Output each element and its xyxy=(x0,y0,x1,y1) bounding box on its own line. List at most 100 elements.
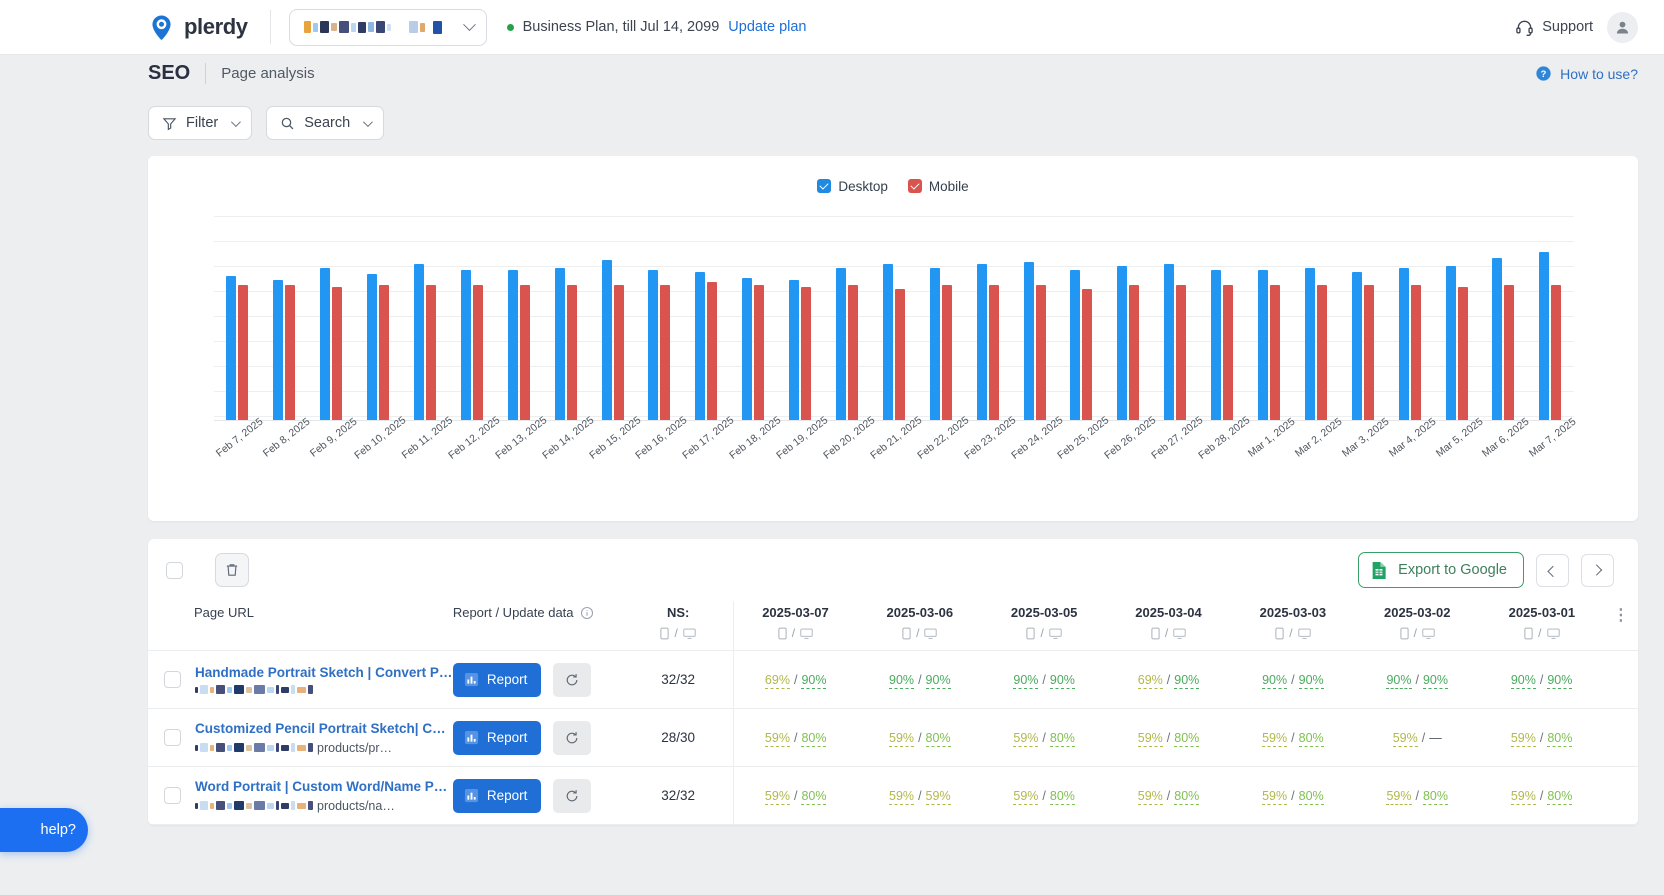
bar-desktop[interactable] xyxy=(508,270,518,420)
row-checkbox[interactable] xyxy=(164,729,181,746)
score-mobile[interactable]: 59% xyxy=(765,731,790,747)
bar-group[interactable] xyxy=(1105,216,1152,420)
score-desktop[interactable]: 90% xyxy=(801,673,826,689)
row-checkbox[interactable] xyxy=(164,671,181,688)
bar-desktop[interactable] xyxy=(1305,268,1315,420)
bar-group[interactable] xyxy=(1480,216,1527,420)
bar-group[interactable] xyxy=(542,216,589,420)
bar-desktop[interactable] xyxy=(602,260,612,420)
avatar[interactable] xyxy=(1607,12,1638,43)
score-mobile[interactable]: 59% xyxy=(1393,731,1418,747)
bar-desktop[interactable] xyxy=(1211,270,1221,420)
bar-mobile[interactable] xyxy=(614,285,624,420)
score-mobile[interactable]: 59% xyxy=(1138,789,1163,805)
score-desktop[interactable]: 80% xyxy=(801,789,826,805)
score-desktop[interactable]: 80% xyxy=(1299,789,1324,805)
bar-desktop[interactable] xyxy=(555,268,565,420)
score-desktop[interactable]: 90% xyxy=(1423,673,1448,689)
bar-desktop[interactable] xyxy=(1024,262,1034,420)
checkbox-desktop[interactable] xyxy=(817,179,831,193)
bar-mobile[interactable] xyxy=(1551,285,1561,420)
bar-mobile[interactable] xyxy=(520,285,530,420)
score-desktop[interactable]: 80% xyxy=(1174,789,1199,805)
bar-group[interactable] xyxy=(261,216,308,420)
more-options-icon[interactable]: ⋮ xyxy=(1613,607,1629,624)
bar-desktop[interactable] xyxy=(1164,264,1174,420)
bar-group[interactable] xyxy=(495,216,542,420)
bar-group[interactable] xyxy=(448,216,495,420)
next-page-button[interactable] xyxy=(1581,554,1614,587)
score-desktop[interactable]: 90% xyxy=(1299,673,1324,689)
bar-desktop[interactable] xyxy=(226,276,236,420)
bar-group[interactable] xyxy=(1152,216,1199,420)
bar-group[interactable] xyxy=(683,216,730,420)
score-desktop[interactable]: 80% xyxy=(1174,731,1199,747)
bar-desktop[interactable] xyxy=(273,280,283,420)
bar-mobile[interactable] xyxy=(1082,289,1092,420)
bar-mobile[interactable] xyxy=(942,285,952,420)
score-desktop[interactable]: 90% xyxy=(1547,673,1572,689)
prev-page-button[interactable] xyxy=(1536,554,1569,587)
bar-desktop[interactable] xyxy=(1070,270,1080,420)
bar-desktop[interactable] xyxy=(930,268,940,420)
table-row[interactable]: Word Portrait | Custom Word/Name P…produ… xyxy=(148,767,1638,825)
bar-group[interactable] xyxy=(355,216,402,420)
info-icon[interactable] xyxy=(580,606,594,620)
bar-mobile[interactable] xyxy=(1504,285,1514,420)
bar-desktop[interactable] xyxy=(695,272,705,420)
bar-mobile[interactable] xyxy=(1411,285,1421,420)
column-header-date-2[interactable]: 2025-03-05 / xyxy=(982,601,1106,651)
page-title-link[interactable]: Handmade Portrait Sketch | Convert P… xyxy=(195,665,452,680)
bar-group[interactable] xyxy=(1058,216,1105,420)
bar-mobile[interactable] xyxy=(1364,285,1374,420)
bar-desktop[interactable] xyxy=(414,264,424,420)
bar-desktop[interactable] xyxy=(789,280,799,420)
bar-group[interactable] xyxy=(1246,216,1293,420)
table-row[interactable]: Customized Pencil Portrait Sketch| C…pro… xyxy=(148,709,1638,767)
score-mobile[interactable]: 59% xyxy=(889,731,914,747)
bar-group[interactable] xyxy=(870,216,917,420)
bar-desktop[interactable] xyxy=(836,268,846,420)
select-all-checkbox[interactable] xyxy=(166,562,183,579)
bar-mobile[interactable] xyxy=(285,285,295,420)
score-desktop[interactable]: 80% xyxy=(926,731,951,747)
legend-item-mobile[interactable]: Mobile xyxy=(908,179,969,194)
search-button[interactable]: Search xyxy=(266,106,384,140)
column-header-more[interactable]: ⋮ xyxy=(1604,601,1638,651)
report-button[interactable]: Report xyxy=(453,779,542,813)
export-to-google-button[interactable]: Export to Google xyxy=(1358,552,1524,588)
site-selector[interactable] xyxy=(289,9,487,46)
bar-mobile[interactable] xyxy=(1176,285,1186,420)
score-desktop[interactable]: 80% xyxy=(1547,789,1572,805)
score-mobile[interactable]: 59% xyxy=(1386,789,1411,805)
support-button[interactable]: Support xyxy=(1515,18,1593,37)
score-mobile[interactable]: 59% xyxy=(1262,731,1287,747)
bar-group[interactable] xyxy=(1292,216,1339,420)
score-mobile[interactable]: 59% xyxy=(1013,731,1038,747)
bar-mobile[interactable] xyxy=(989,285,999,420)
help-bubble[interactable]: help? xyxy=(0,808,88,852)
plerdy-logo[interactable]: plerdy xyxy=(148,14,248,41)
score-mobile[interactable]: 59% xyxy=(889,789,914,805)
bar-mobile[interactable] xyxy=(332,287,342,420)
bar-desktop[interactable] xyxy=(461,270,471,420)
delete-button[interactable] xyxy=(215,553,249,587)
column-header-page-url[interactable]: Page URL xyxy=(148,601,453,651)
table-row[interactable]: Handmade Portrait Sketch | Convert P…Rep… xyxy=(148,651,1638,709)
bar-mobile[interactable] xyxy=(1270,285,1280,420)
bar-mobile[interactable] xyxy=(1458,287,1468,420)
score-mobile[interactable]: 69% xyxy=(765,673,790,689)
bar-desktop[interactable] xyxy=(367,274,377,420)
bar-group[interactable] xyxy=(964,216,1011,420)
score-mobile[interactable]: 69% xyxy=(1138,673,1163,689)
bar-desktop[interactable] xyxy=(1258,270,1268,420)
bar-group[interactable] xyxy=(214,216,261,420)
bar-group[interactable] xyxy=(1433,216,1480,420)
update-data-button[interactable] xyxy=(553,663,591,697)
score-desktop[interactable]: 80% xyxy=(1547,731,1572,747)
column-header-date-4[interactable]: 2025-03-03 / xyxy=(1231,601,1355,651)
update-data-button[interactable] xyxy=(553,779,591,813)
bar-mobile[interactable] xyxy=(238,285,248,420)
column-header-date-6[interactable]: 2025-03-01 / xyxy=(1479,601,1603,651)
score-desktop[interactable]: 80% xyxy=(801,731,826,747)
